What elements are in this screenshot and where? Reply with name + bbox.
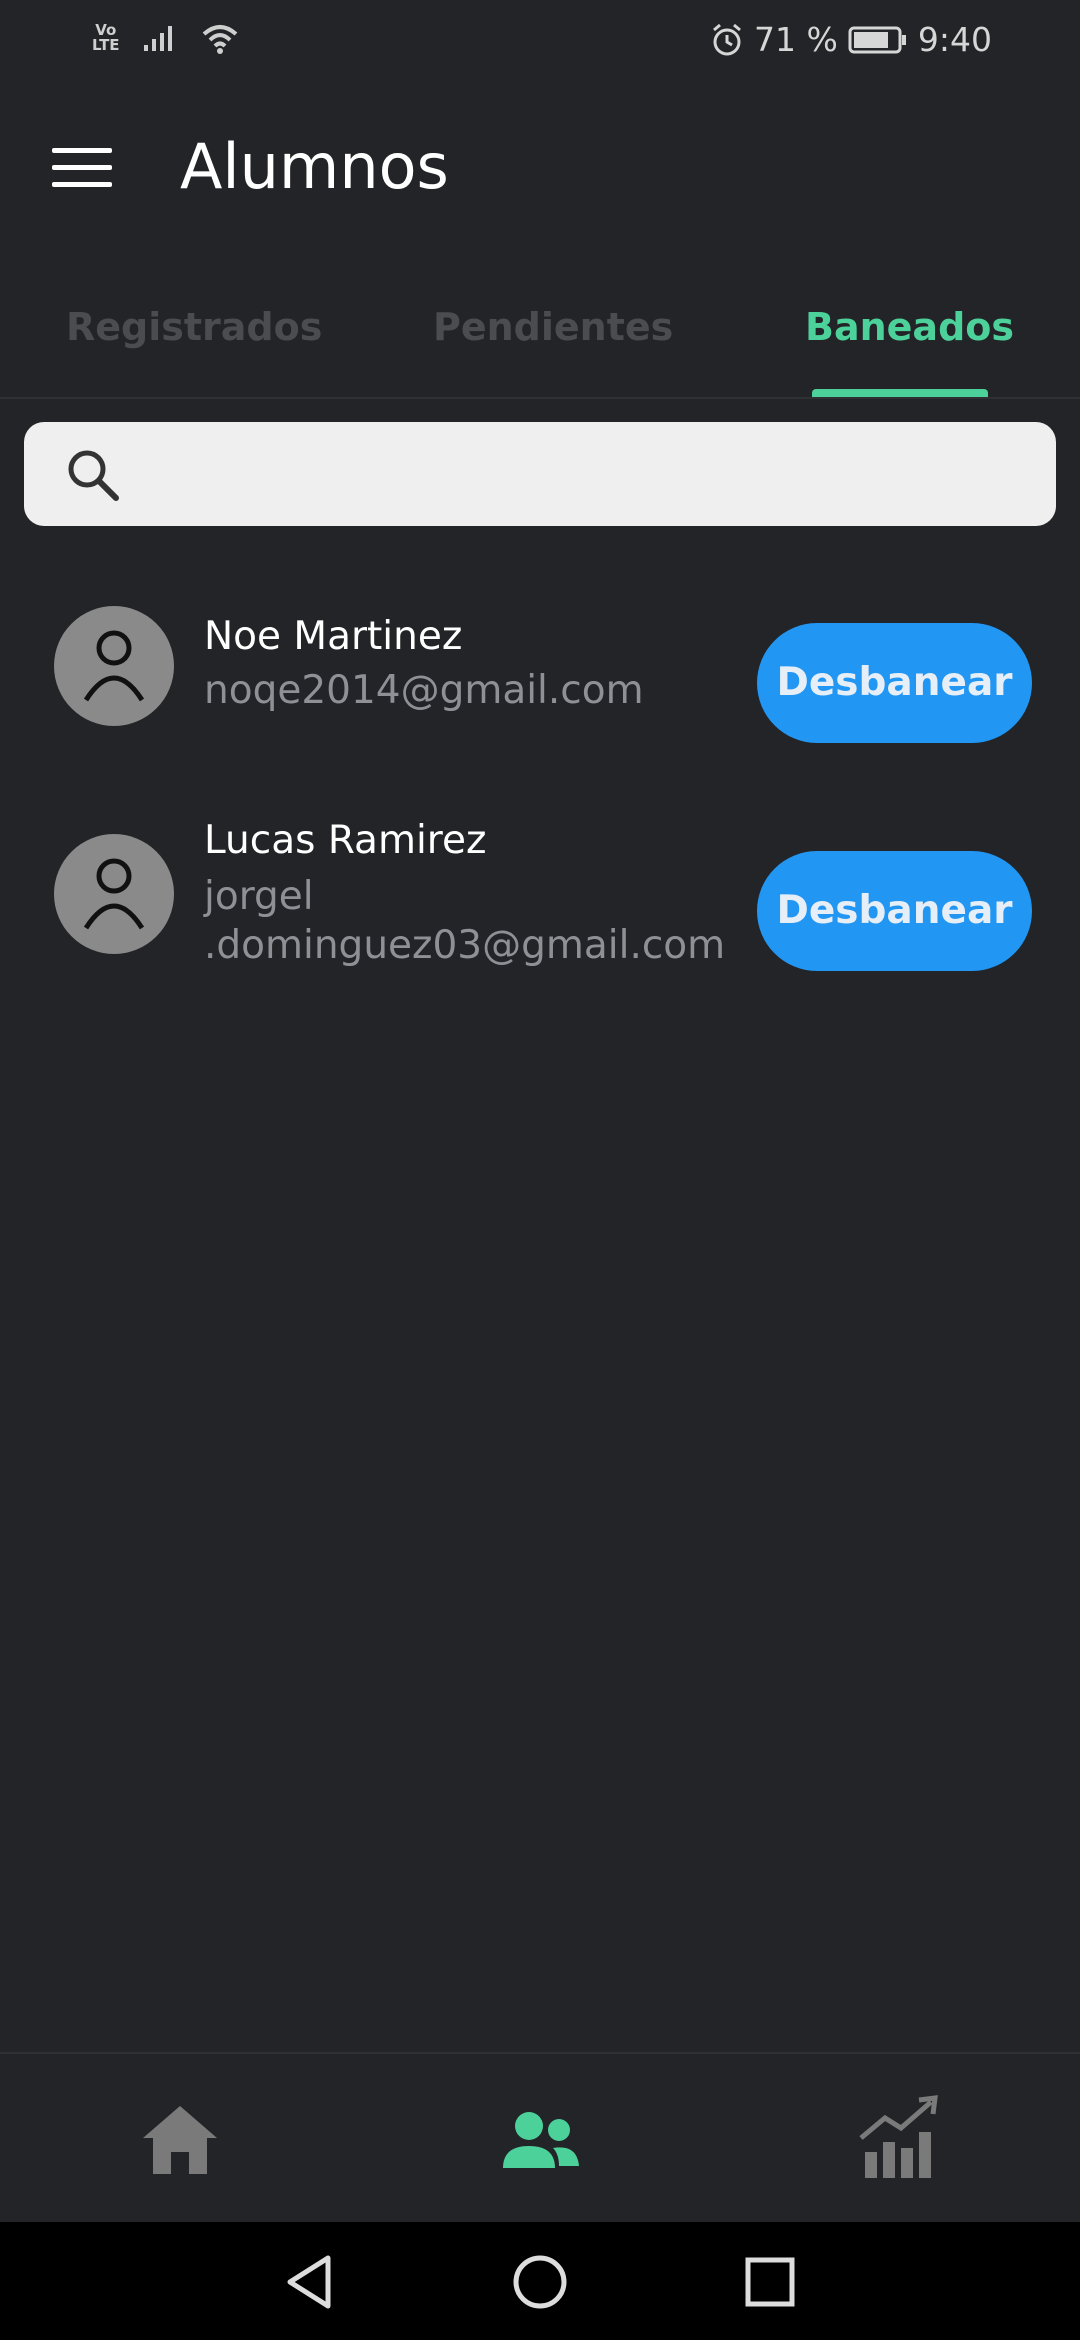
system-nav: [0, 2222, 1080, 2340]
alarm-icon: [713, 23, 742, 55]
user-name: Noe Martinez: [204, 614, 463, 659]
home-circle-icon[interactable]: [510, 2252, 570, 2312]
search-icon: [68, 450, 119, 501]
signal-icon: [143, 26, 172, 51]
menu-icon[interactable]: [52, 148, 112, 192]
users-icon[interactable]: [495, 2094, 585, 2184]
avatar: [54, 834, 174, 954]
clock: 9:40: [917, 20, 992, 59]
tab-pendientes[interactable]: Pendientes: [433, 305, 673, 349]
list-item: Noe Martinez noqe2014@gmail.com Desbanea…: [0, 604, 1080, 744]
user-email: jorgel .dominguez03@gmail.com: [204, 874, 726, 968]
user-name: Lucas Ramirez: [204, 818, 487, 863]
list-item: Lucas Ramirez jorgel .dominguez03@gmail.…: [0, 818, 1080, 1002]
search-bar: [24, 422, 1056, 526]
recents-icon[interactable]: [740, 2252, 800, 2312]
status-bar: Vo LTE 71 % 9:40: [0, 0, 1080, 90]
tab-baneados[interactable]: Baneados: [805, 305, 1014, 349]
tab-indicator: [812, 389, 988, 397]
search-input[interactable]: [144, 444, 1028, 506]
bottom-nav: [0, 2052, 1080, 2224]
tab-registrados[interactable]: Registrados: [66, 305, 322, 349]
battery-icon: [848, 26, 906, 53]
person-icon: [83, 630, 145, 702]
person-icon: [83, 858, 145, 930]
page-title: Alumnos: [180, 130, 449, 203]
app-bar: Alumnos: [0, 90, 1080, 255]
back-icon[interactable]: [280, 2252, 340, 2312]
unban-button[interactable]: Desbanear: [757, 851, 1032, 971]
avatar: [54, 606, 174, 726]
unban-button[interactable]: Desbanear: [757, 623, 1032, 743]
stats-icon[interactable]: [855, 2094, 945, 2184]
tab-bar: Registrados Pendientes Baneados: [0, 255, 1080, 399]
volte-indicator: Vo LTE: [92, 21, 120, 54]
battery-percent: 71 %: [754, 20, 838, 59]
user-email: noqe2014@gmail.com: [204, 668, 644, 713]
home-icon[interactable]: [135, 2094, 225, 2184]
wifi-icon: [202, 25, 237, 54]
